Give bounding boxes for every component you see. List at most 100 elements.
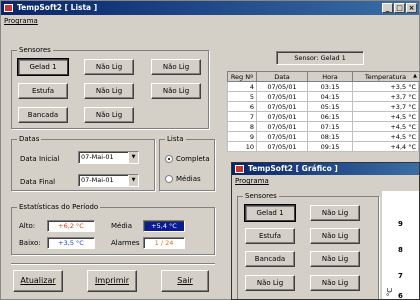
- table-cell: +3,7 °C: [352, 91, 419, 102]
- list-options-legend: Lista: [165, 135, 186, 144]
- y-axis-tick: 8: [398, 246, 403, 254]
- column-header[interactable]: Temperatura: [352, 71, 419, 82]
- radio-averages-label[interactable]: Médias: [176, 174, 201, 184]
- graph-sensor-button-bancada[interactable]: Bancada: [245, 251, 295, 267]
- high-value: +6,2 °C: [47, 220, 95, 232]
- table-cell: 07:15: [307, 121, 353, 132]
- graph-sensors-legend: Sensores: [243, 192, 279, 201]
- alarms-label: Alarmes: [111, 239, 140, 247]
- table-cell: 8: [227, 121, 257, 132]
- table-cell: +4,5 °C: [352, 131, 419, 142]
- end-date-label: Data Final: [20, 178, 56, 186]
- start-date-value: 07-Mai-01: [81, 153, 114, 161]
- table-cell: 07/05/01: [256, 121, 308, 132]
- table-cell: 03:15: [307, 81, 353, 92]
- sensor-button[interactable]: Não Lig: [84, 59, 134, 75]
- table-cell: 5: [227, 91, 257, 102]
- update-button[interactable]: Atualizar: [13, 270, 63, 292]
- menu-programa[interactable]: Programa: [4, 17, 38, 25]
- y-axis-tick: 7: [398, 272, 403, 280]
- column-header[interactable]: Data: [256, 71, 308, 82]
- graph-sensor-button[interactable]: Não Lig: [310, 205, 360, 221]
- sensor-button-estufa[interactable]: Estufa: [18, 83, 68, 99]
- graph-sensor-button[interactable]: Não Lig: [310, 251, 360, 267]
- actions-separator: [11, 263, 215, 265]
- low-label: Baixo:: [19, 239, 41, 247]
- sensors-legend: Sensores: [17, 46, 53, 55]
- readings-table: Reg Nº Data Hora Temperatura 4 07/05/01 03…: [227, 71, 419, 152]
- start-date-select[interactable]: 07-Mai-01 ▼: [78, 151, 139, 164]
- sensor-button[interactable]: Não Lig: [84, 83, 134, 99]
- print-button[interactable]: Imprimir: [87, 270, 137, 292]
- table-cell: 9: [227, 131, 257, 142]
- table-row[interactable]: 9 07/05/01 08:15 +4,5 °C: [227, 131, 419, 142]
- graph-sensor-button[interactable]: Não Lig: [310, 275, 360, 291]
- table-cell: +4,5 °C: [352, 111, 419, 122]
- sensor-button[interactable]: Não Lig: [84, 107, 134, 123]
- high-label: Alto:: [19, 222, 36, 230]
- graph-area: 9 8 7 6 °C: [382, 191, 419, 300]
- table-cell: 09:15: [307, 141, 353, 152]
- update-button-label: Atualizar: [20, 276, 56, 285]
- sensor-button-bancada[interactable]: Bancada: [18, 107, 68, 123]
- column-header[interactable]: Hora: [307, 71, 353, 82]
- dropdown-arrow-icon[interactable]: ▼: [128, 152, 138, 163]
- y-axis-unit: °C: [386, 287, 395, 297]
- graph-menu-programa[interactable]: Programa: [235, 177, 269, 185]
- list-window-title: TempSoft2 [ Lista ]: [17, 3, 98, 12]
- end-date-select[interactable]: 07-Mai-01 ▼: [78, 174, 139, 187]
- table-cell: 6: [227, 101, 257, 112]
- column-header[interactable]: Reg Nº: [227, 71, 257, 82]
- radio-complete[interactable]: [165, 155, 173, 163]
- dropdown-arrow-icon[interactable]: ▼: [128, 175, 138, 186]
- table-cell: 07/05/01: [256, 111, 308, 122]
- table-row[interactable]: 7 07/05/01 06:15 +4,5 °C: [227, 111, 419, 122]
- table-cell: 04:15: [307, 91, 353, 102]
- table-cell: 06:15: [307, 111, 353, 122]
- graph-window-title: TempSoft2 [ Gráfico ]: [248, 164, 338, 173]
- table-cell: +3,7 °C: [352, 101, 419, 112]
- sensor-button-gelad1[interactable]: Gelad 1: [18, 59, 68, 75]
- table-row[interactable]: 8 07/05/01 07:15 +4,5 °C: [227, 121, 419, 132]
- table-row[interactable]: 6 07/05/01 05:15 +3,7 °C: [227, 101, 419, 112]
- start-date-label: Data Inicial: [20, 155, 60, 163]
- radio-averages[interactable]: [165, 175, 173, 183]
- table-row[interactable]: 10 07/05/01 09:15 +4,4 °C: [227, 141, 419, 152]
- table-cell: 7: [227, 111, 257, 122]
- print-button-label: Imprimir: [94, 276, 130, 285]
- table-cell: 10: [227, 141, 257, 152]
- table-cell: 07/05/01: [256, 101, 308, 112]
- list-window-titlebar[interactable]: TempSoft2 [ Lista ] _ □ ×: [1, 1, 419, 15]
- avg-label: Média: [111, 222, 133, 230]
- graph-sensor-button[interactable]: Não Lig: [310, 228, 360, 244]
- table-row[interactable]: 5 07/05/01 04:15 +3,7 °C: [227, 91, 419, 102]
- graph-window: TempSoft2 [ Gráfico ] Programa Sensores …: [231, 162, 420, 300]
- exit-button[interactable]: Sair: [161, 270, 209, 292]
- graph-window-titlebar[interactable]: TempSoft2 [ Gráfico ]: [232, 163, 419, 175]
- dates-legend: Datas: [17, 135, 42, 144]
- alarms-value: 1 / 24: [143, 237, 185, 249]
- graph-sensor-button-estufa[interactable]: Estufa: [245, 228, 295, 244]
- table-cell: 05:15: [307, 101, 353, 112]
- table-cell: +4,4 °C: [352, 141, 419, 152]
- app-icon: [4, 4, 13, 12]
- sensor-button[interactable]: Não Lig: [151, 83, 201, 99]
- list-menubar: Programa: [4, 16, 38, 27]
- sensor-header: Sensor: Gelad 1: [276, 51, 364, 65]
- minimize-icon[interactable]: _: [382, 3, 393, 13]
- maximize-icon[interactable]: □: [394, 3, 405, 13]
- y-axis-tick: 9: [398, 220, 403, 228]
- y-axis-tick: 6: [398, 292, 403, 300]
- table-cell: 07/05/01: [256, 81, 308, 92]
- table-cell: 07/05/01: [256, 131, 308, 142]
- stats-legend: Estatísticas do Período: [17, 203, 101, 212]
- sensor-button[interactable]: Não Lig: [151, 59, 201, 75]
- close-icon[interactable]: ×: [406, 3, 417, 13]
- scroll-up-icon[interactable]: ▲: [411, 72, 419, 81]
- table-cell: 4: [227, 81, 257, 92]
- radio-complete-label[interactable]: Completa: [176, 154, 210, 164]
- table-row[interactable]: 4 07/05/01 03:15 +3,5 °C: [227, 81, 419, 92]
- table-cell: +4,5 °C: [352, 121, 419, 132]
- graph-sensor-button[interactable]: Não Lig: [245, 275, 295, 291]
- graph-sensor-button-gelad1[interactable]: Gelad 1: [245, 205, 295, 221]
